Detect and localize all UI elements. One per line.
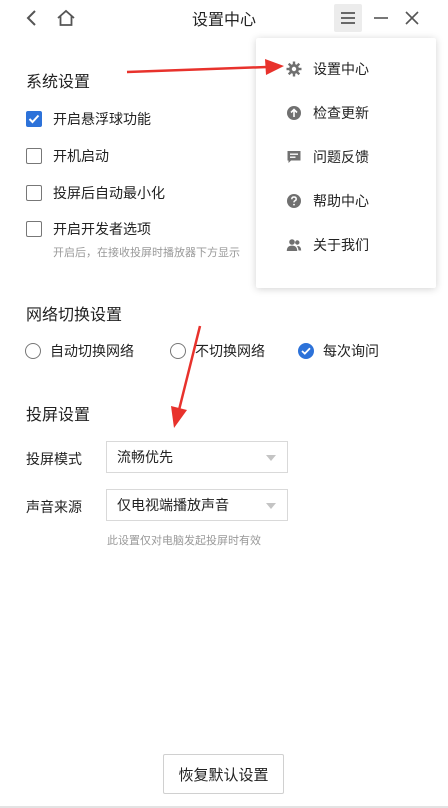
audio-source-label: 声音来源 [26, 500, 82, 516]
gear-icon [286, 61, 302, 77]
developer-option-hint: 开启后，在接收投屏时播放器下方显示 [53, 246, 240, 259]
checkbox-floating-ball[interactable]: 开启悬浮球功能 [26, 108, 151, 130]
checkbox-label: 开启开发者选项 [53, 222, 151, 238]
checkbox-unchecked[interactable] [26, 221, 42, 237]
check-icon [301, 347, 311, 355]
menu-item-label: 关于我们 [313, 238, 369, 254]
menu-item-about-us[interactable]: 关于我们 [256, 227, 436, 263]
checkbox-label: 开机启动 [53, 149, 109, 165]
radio-unselected[interactable] [25, 343, 41, 359]
caret-down-icon [266, 455, 276, 461]
cast-mode-label: 投屏模式 [26, 452, 82, 468]
cast-settings-title: 投屏设置 [26, 405, 91, 424]
audio-source-select[interactable]: 仅电视端播放声音 [106, 489, 288, 521]
menu-item-label: 设置中心 [313, 62, 369, 78]
window-title-text: 设置中心 [191, 10, 256, 29]
menu-item-settings[interactable]: 设置中心 [256, 51, 436, 87]
checkbox-checked[interactable] [26, 111, 42, 127]
checkbox-label: 开启悬浮球功能 [53, 112, 151, 128]
network-settings-title: 网络切换设置 [26, 305, 123, 324]
feedback-icon [286, 149, 302, 165]
checkbox-developer-options[interactable]: 开启开发者选项 [26, 218, 151, 240]
menu-item-label: 帮助中心 [313, 194, 369, 210]
radio-no-switch[interactable]: 不切换网络 [170, 340, 265, 362]
cast-mode-value: 流畅优先 [117, 450, 173, 466]
help-icon [286, 193, 302, 209]
caret-down-icon [266, 503, 276, 509]
main-menu-dropdown: 设置中心 检查更新 问题反馈 帮助中心 关于我们 [256, 38, 436, 288]
checkbox-unchecked[interactable] [26, 148, 42, 164]
update-arrow-icon [286, 105, 302, 121]
radio-unselected[interactable] [170, 343, 186, 359]
system-settings-title: 系统设置 [26, 72, 91, 91]
radio-label: 自动切换网络 [50, 344, 134, 360]
restore-defaults-button[interactable]: 恢复默认设置 [163, 754, 284, 794]
minimize-icon[interactable] [367, 4, 395, 32]
audio-source-hint: 此设置仅对电脑发起投屏时有效 [107, 534, 261, 547]
back-icon[interactable] [18, 4, 46, 32]
radio-selected[interactable] [298, 343, 314, 359]
menu-item-help-center[interactable]: 帮助中心 [256, 183, 436, 219]
title-bar: 设置中心 [0, 0, 448, 36]
menu-icon[interactable] [334, 4, 362, 32]
radio-label: 不切换网络 [195, 344, 265, 360]
home-icon[interactable] [52, 4, 80, 32]
checkbox-label: 投屏后自动最小化 [53, 186, 165, 202]
checkbox-autostart[interactable]: 开机启动 [26, 145, 109, 167]
radio-label: 每次询问 [323, 344, 379, 360]
menu-item-check-update[interactable]: 检查更新 [256, 95, 436, 131]
radio-auto-switch[interactable]: 自动切换网络 [25, 340, 134, 362]
checkbox-unchecked[interactable] [26, 185, 42, 201]
menu-item-feedback[interactable]: 问题反馈 [256, 139, 436, 175]
cast-mode-select[interactable]: 流畅优先 [106, 441, 288, 473]
menu-item-label: 检查更新 [313, 106, 369, 122]
audio-source-value: 仅电视端播放声音 [117, 498, 229, 514]
menu-item-label: 问题反馈 [313, 150, 369, 166]
checkbox-auto-minimize[interactable]: 投屏后自动最小化 [26, 182, 165, 204]
users-icon [286, 237, 302, 253]
check-icon [28, 114, 40, 124]
radio-ask-every-time[interactable]: 每次询问 [298, 340, 379, 362]
close-icon[interactable] [398, 4, 426, 32]
